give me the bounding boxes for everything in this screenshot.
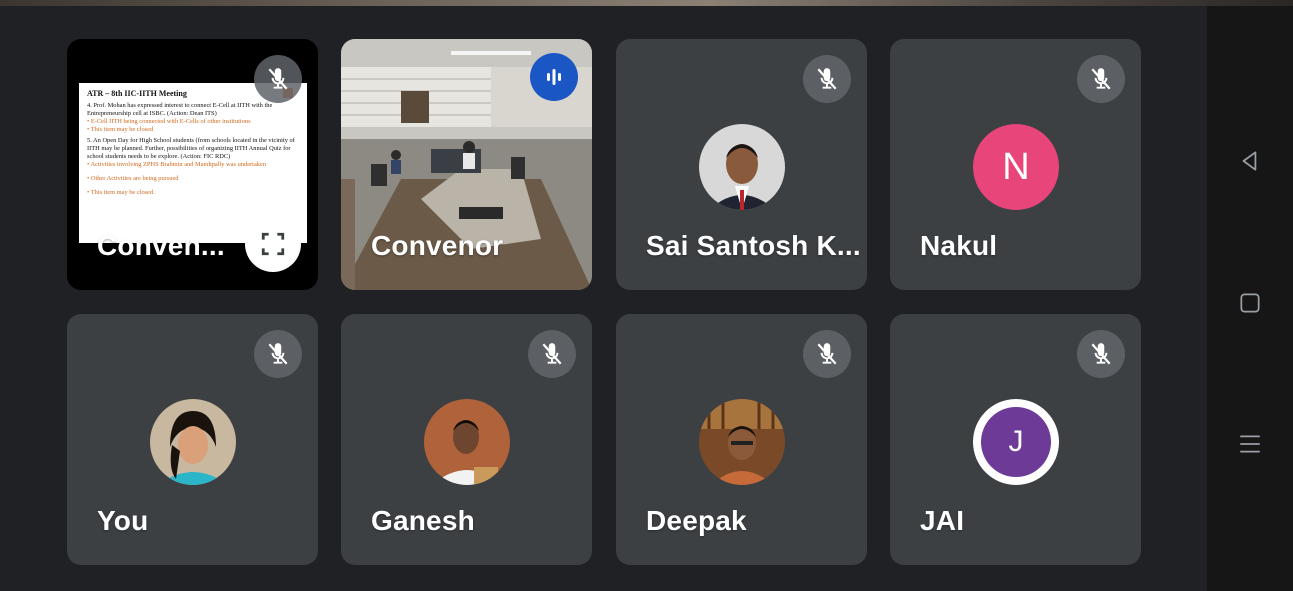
mic-off-icon [803, 55, 851, 103]
avatar [150, 399, 236, 485]
audio-level-icon [530, 53, 578, 101]
participant-tile-self[interactable]: You [67, 314, 318, 565]
mic-off-icon [528, 330, 576, 378]
participant-name: JAI [920, 505, 965, 536]
slide-item: • E-Cell IITH being connected with E-Cel… [87, 118, 251, 125]
fullscreen-button[interactable] [245, 216, 301, 272]
participant-name: Ganesh [371, 505, 475, 536]
participant-name: Deepak [646, 505, 747, 536]
avatar: N [973, 124, 1059, 210]
system-navigation-bar [1207, 6, 1293, 591]
back-triangle-icon [1242, 151, 1257, 171]
home-square-icon [1240, 293, 1260, 313]
participant-name: Convenor [371, 230, 504, 261]
slide-item: • Other Activities are being pursued [87, 175, 179, 182]
recents-button[interactable] [1207, 424, 1293, 464]
participant-tile[interactable]: Ganesh [341, 314, 592, 565]
slide-item: • This item may be closed [87, 126, 154, 133]
mic-off-icon [254, 55, 302, 103]
slide-item: 5. An Open Day for High School students … [87, 137, 295, 160]
mic-off-icon [803, 330, 851, 378]
slide-item: • This item may be closed. [87, 189, 155, 196]
avatar [699, 399, 785, 485]
avatar: J [981, 407, 1051, 477]
slide-item: • Activities involving ZPHS Brahmin and … [87, 161, 267, 168]
mic-off-icon [1077, 55, 1125, 103]
recents-menu-icon [1240, 435, 1260, 453]
avatar [424, 399, 510, 485]
participant-tile[interactable]: N Nakul [890, 39, 1141, 290]
participant-name: Nakul [920, 230, 998, 261]
back-button[interactable] [1207, 141, 1293, 181]
participant-name: Conven... [97, 230, 225, 261]
avatar [699, 124, 785, 210]
participant-tile[interactable]: Deepak [616, 314, 867, 565]
meeting-grid: ATR – 8th IIC-IITH Meeting 4. Prof. Moha… [0, 6, 1293, 591]
avatar-ring: J [973, 399, 1059, 485]
fullscreen-icon [261, 232, 285, 256]
home-button[interactable] [1207, 283, 1293, 323]
participant-name: Sai Santosh K... [646, 230, 861, 261]
slide-item: 4. Prof. Mohan has expressed interest to… [87, 102, 273, 117]
participant-tile[interactable]: Sai Santosh K... [616, 39, 867, 290]
participant-name: You [97, 505, 149, 536]
mic-off-icon [1077, 330, 1125, 378]
participant-tile-presentation[interactable]: ATR – 8th IIC-IITH Meeting 4. Prof. Moha… [67, 39, 318, 290]
participant-tile-video[interactable]: Convenor [341, 39, 592, 290]
mic-off-icon [254, 330, 302, 378]
participant-tile[interactable]: J JAI [890, 314, 1141, 565]
